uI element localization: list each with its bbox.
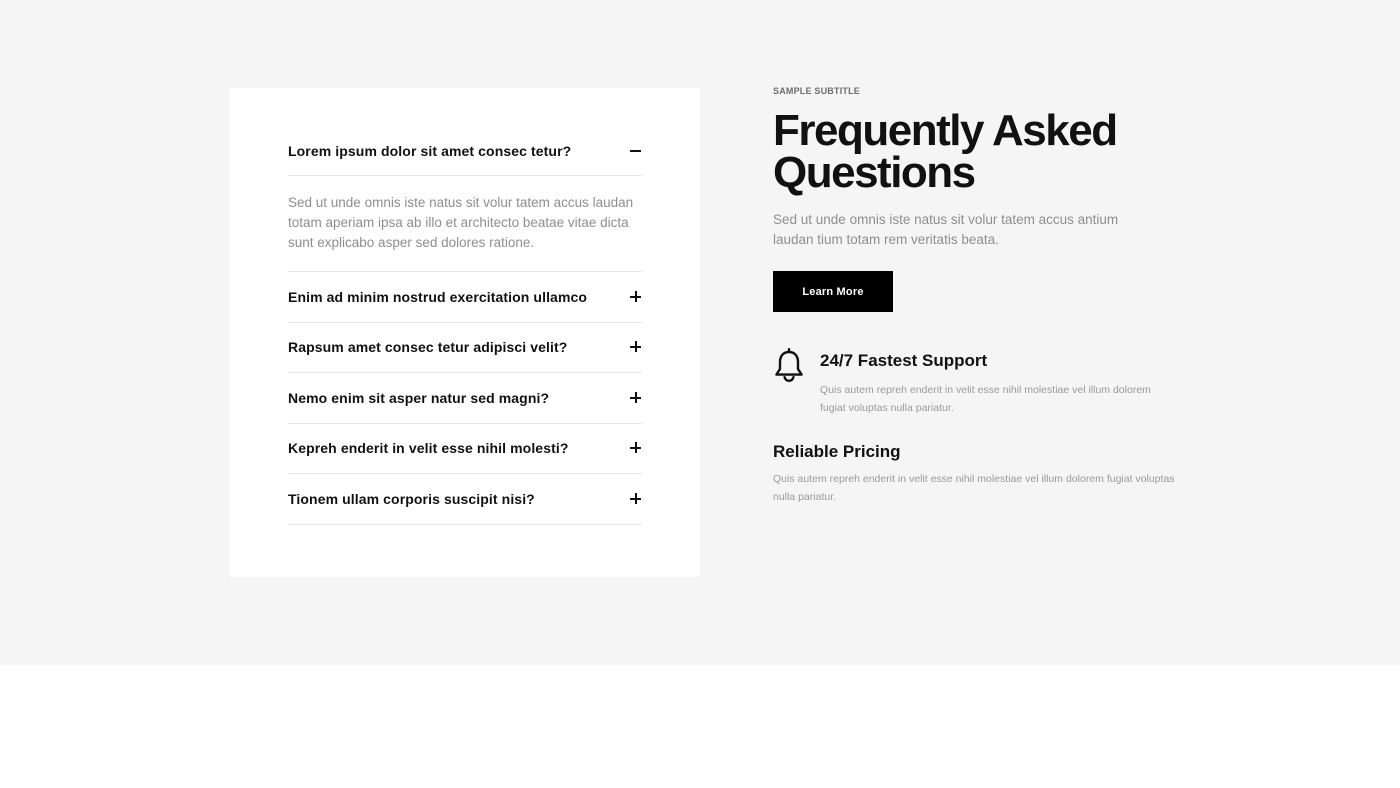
faq-question-toggle[interactable]: Rapsum amet consec tetur adipisci velit? bbox=[288, 323, 642, 373]
faq-section: Lorem ipsum dolor sit amet consec tetur?… bbox=[0, 0, 1400, 665]
faq-card: Lorem ipsum dolor sit amet consec tetur?… bbox=[230, 88, 700, 577]
feature-title: 24/7 Fastest Support bbox=[820, 351, 988, 370]
faq-item: Tionem ullam corporis suscipit nisi? bbox=[288, 474, 642, 525]
faq-item: Nemo enim sit asper natur sed magni? bbox=[288, 373, 642, 424]
learn-more-button[interactable]: Learn More bbox=[773, 271, 893, 312]
feature-title: Reliable Pricing bbox=[773, 442, 901, 461]
faq-question-toggle[interactable]: Lorem ipsum dolor sit amet consec tetur? bbox=[288, 126, 642, 176]
faq-question-toggle[interactable]: Kepreh enderit in velit esse nihil moles… bbox=[288, 424, 642, 474]
faq-question: Lorem ipsum dolor sit amet consec tetur? bbox=[288, 142, 572, 159]
plus-icon[interactable] bbox=[630, 442, 642, 454]
faq-item: Rapsum amet consec tetur adipisci velit? bbox=[288, 323, 642, 373]
faq-answer: Sed ut unde omnis iste natus sit volur t… bbox=[288, 195, 634, 250]
plus-icon[interactable] bbox=[630, 391, 642, 404]
plus-icon[interactable] bbox=[630, 341, 642, 353]
intro-text: Sed ut unde omnis iste natus sit volur t… bbox=[773, 212, 1119, 247]
plus-icon[interactable] bbox=[630, 492, 642, 505]
faq-accordion: Lorem ipsum dolor sit amet consec tetur?… bbox=[288, 126, 642, 525]
faq-question: Kepreh enderit in velit esse nihil moles… bbox=[288, 440, 569, 457]
minus-icon[interactable] bbox=[630, 145, 642, 157]
feature-text: Quis autem repreh enderit in velit esse … bbox=[820, 384, 1151, 414]
feature-text: Quis autem repreh enderit in velit esse … bbox=[773, 473, 1175, 503]
faq-question: Nemo enim sit asper natur sed magni? bbox=[288, 389, 550, 406]
faq-question-toggle[interactable]: Tionem ullam corporis suscipit nisi? bbox=[288, 474, 642, 524]
faq-question: Rapsum amet consec tetur adipisci velit? bbox=[288, 339, 568, 356]
plus-icon[interactable] bbox=[630, 290, 642, 303]
faq-item: Kepreh enderit in velit esse nihil moles… bbox=[288, 424, 642, 474]
faq-item: Enim ad minim nostrud exercitation ullam… bbox=[288, 272, 642, 323]
faq-item: Lorem ipsum dolor sit amet consec tetur?… bbox=[288, 126, 642, 272]
bell-icon bbox=[775, 348, 803, 383]
faq-question: Enim ad minim nostrud exercitation ullam… bbox=[288, 288, 588, 305]
faq-question: Tionem ullam corporis suscipit nisi? bbox=[288, 490, 535, 507]
page-title: Frequently Asked Questions bbox=[773, 106, 1118, 197]
faq-question-toggle[interactable]: Nemo enim sit asper natur sed magni? bbox=[288, 373, 642, 423]
faq-question-toggle[interactable]: Enim ad minim nostrud exercitation ullam… bbox=[288, 272, 642, 322]
section-subtitle: SAMPLE SUBTITLE bbox=[773, 86, 861, 96]
